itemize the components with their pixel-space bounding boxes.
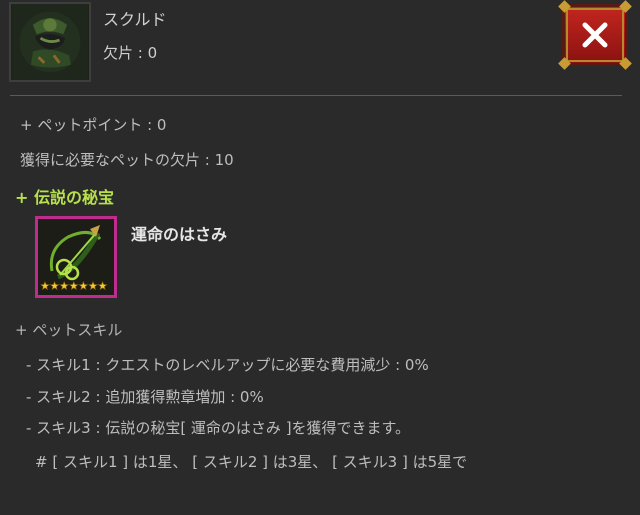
treasure-name: 運命のはさみ [131,225,228,244]
skill-3-description: - スキル3 : 伝説の秘宝[ 運命のはさみ ]を獲得できます。 [26,419,411,437]
close-button[interactable] [558,0,632,70]
treasure-item-slot[interactable] [35,216,117,298]
pet-skill-heading: + ペットスキル [15,321,123,339]
pet-shard-count: 欠片 : 0 [103,44,158,62]
corner-ornament [558,57,571,70]
corner-ornament [619,57,632,70]
corner-ornament [558,0,571,13]
skill-1-description: - スキル1 : クエストのレベルアップに必要な費用減少 : 0% [26,356,429,374]
skill-unlock-note: # [ スキル1 ] は1星、 [ スキル2 ] は3星、 [ スキル3 ] は… [35,453,468,471]
pet-name: スクルド [103,10,167,29]
corner-ornament [619,0,632,13]
header-divider [10,95,622,96]
close-x-icon [582,22,608,48]
pet-skuld-icon [12,4,88,80]
skill-2-description: - スキル2 : 追加獲得勲章増加 : 0% [26,388,264,406]
fate-scissors-icon [38,219,114,295]
pet-points-stat: + ペットポイント : 0 [20,116,167,134]
required-shards-stat: 獲得に必要なペットの欠片 : 10 [20,151,234,169]
pet-portrait [9,2,91,82]
legendary-treasure-heading: + 伝説の秘宝 [15,188,114,207]
